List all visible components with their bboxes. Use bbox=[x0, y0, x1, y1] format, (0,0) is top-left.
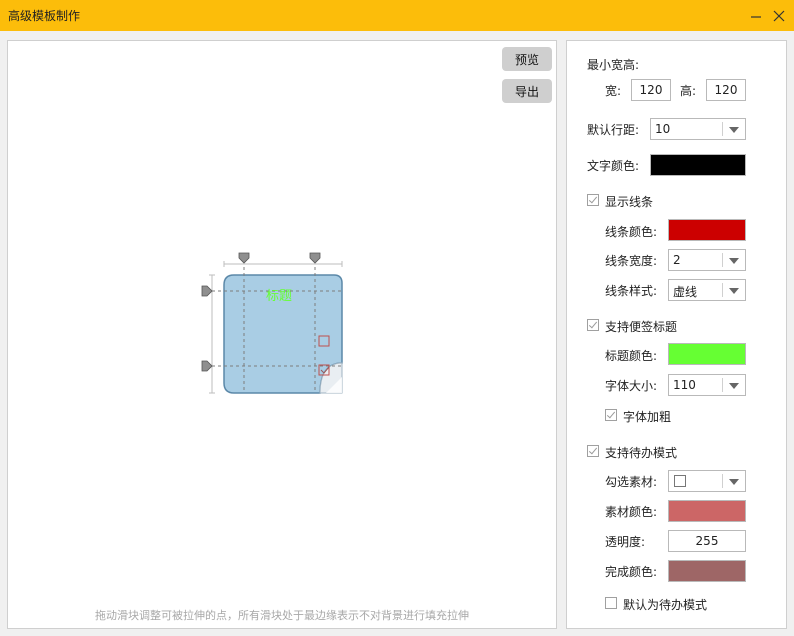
min-size-label: 最小宽高: bbox=[587, 58, 640, 72]
line-width-value: 2 bbox=[673, 253, 681, 267]
note-editor bbox=[201, 252, 343, 394]
line-style-value: 虚线 bbox=[673, 285, 698, 299]
font-size-value: 110 bbox=[673, 378, 696, 392]
text-color-label: 文字颜色: bbox=[587, 159, 640, 173]
title-color-swatch[interactable] bbox=[668, 343, 746, 365]
default-todo-checkbox[interactable] bbox=[605, 597, 617, 609]
show-lines-label: 显示线条 bbox=[605, 195, 654, 209]
line-spacing-label: 默认行距: bbox=[587, 123, 640, 137]
text-color-swatch[interactable] bbox=[650, 154, 746, 176]
template-canvas: 预览 导出 标题 拖动滑块调整可被拉伸的点，所有滑块处于最边缘表示不对背景进行填… bbox=[7, 40, 557, 629]
checkbox-material-icon bbox=[674, 475, 686, 487]
opacity-input[interactable]: 255 bbox=[668, 530, 746, 552]
material-color-swatch[interactable] bbox=[668, 500, 746, 522]
done-color-swatch[interactable] bbox=[668, 560, 746, 582]
chevron-down-icon bbox=[729, 288, 739, 294]
default-todo-label: 默认为待办模式 bbox=[623, 598, 708, 612]
line-style-select[interactable]: 虚线 bbox=[668, 279, 746, 301]
check-material-select[interactable] bbox=[668, 470, 746, 492]
title-bar: 高级模板制作 bbox=[0, 0, 794, 31]
line-color-label: 线条颜色: bbox=[605, 225, 658, 239]
line-width-select[interactable]: 2 bbox=[668, 249, 746, 271]
width-label: 宽: bbox=[605, 84, 622, 98]
todo-mode-checkbox[interactable] bbox=[587, 445, 599, 457]
material-color-label: 素材颜色: bbox=[605, 505, 658, 519]
height-label: 高: bbox=[680, 84, 697, 98]
height-input[interactable]: 120 bbox=[706, 79, 746, 101]
font-size-select[interactable]: 110 bbox=[668, 374, 746, 396]
sticky-title-checkbox[interactable] bbox=[587, 319, 599, 331]
close-icon[interactable] bbox=[769, 6, 789, 26]
line-spacing-select[interactable]: 10 bbox=[650, 118, 746, 140]
show-lines-checkbox[interactable] bbox=[587, 194, 599, 206]
chevron-down-icon bbox=[729, 383, 739, 389]
line-color-swatch[interactable] bbox=[668, 219, 746, 241]
line-spacing-value: 10 bbox=[655, 122, 671, 136]
window-title: 高级模板制作 bbox=[8, 9, 81, 23]
left-slider-handle-2 bbox=[201, 360, 213, 372]
check-material-label: 勾选素材: bbox=[605, 475, 658, 489]
left-slider-handle-1 bbox=[201, 285, 213, 297]
chevron-down-icon bbox=[729, 479, 739, 485]
canvas-hint: 拖动滑块调整可被拉伸的点，所有滑块处于最边缘表示不对背景进行填充拉伸 bbox=[95, 609, 469, 622]
line-width-label: 线条宽度: bbox=[605, 254, 658, 268]
sticky-title-label: 支持便签标题 bbox=[605, 320, 678, 334]
minimize-icon[interactable] bbox=[746, 6, 766, 26]
chevron-down-icon bbox=[729, 127, 739, 133]
chevron-down-icon bbox=[729, 258, 739, 264]
width-input[interactable]: 120 bbox=[631, 79, 671, 101]
top-slider-handle-2 bbox=[309, 252, 321, 264]
todo-mode-label: 支持待办模式 bbox=[605, 446, 678, 460]
settings-panel: 最小宽高: 宽: 120 高: 120 默认行距: 10 文字颜色: 显示线条 … bbox=[566, 40, 787, 629]
done-color-label: 完成颜色: bbox=[605, 565, 658, 579]
font-size-label: 字体大小: bbox=[605, 379, 658, 393]
bold-label: 字体加粗 bbox=[623, 410, 672, 424]
opacity-label: 透明度: bbox=[605, 535, 646, 549]
note-title-text: 标题 bbox=[266, 289, 293, 304]
top-slider-handle-1 bbox=[238, 252, 250, 264]
bold-checkbox[interactable] bbox=[605, 409, 617, 421]
line-style-label: 线条样式: bbox=[605, 284, 658, 298]
title-color-label: 标题颜色: bbox=[605, 349, 658, 363]
